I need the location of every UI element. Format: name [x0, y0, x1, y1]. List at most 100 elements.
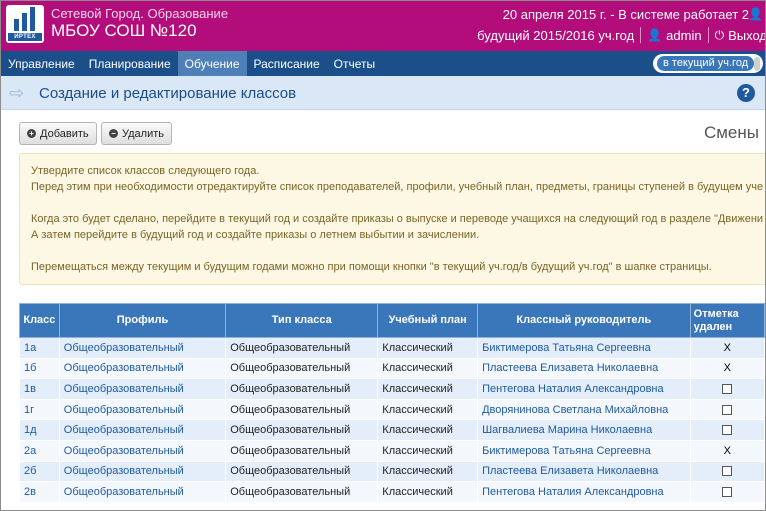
main-menu: Управление Планирование Обучение Расписа…	[1, 51, 765, 76]
power-icon: ⏻	[714, 27, 725, 42]
delete-mark-cell	[689, 398, 765, 421]
header-user-bar: будущий 2015/2016 уч.год 👤 admin ⏻ Выход	[477, 25, 765, 45]
table-row: 1а Общеобразовательный Общеобразовательный…	[19, 337, 765, 359]
teacher-link[interactable]: Пентегова Наталия Александровна	[477, 481, 691, 503]
info-line: Перед этим при необходимости отредактиру…	[31, 181, 764, 193]
logout-link[interactable]: Выход	[728, 28, 765, 43]
table-row: 1г Общеобразовательный Общеобразовательный…	[19, 398, 765, 421]
menu-item-planning[interactable]: Планирование	[82, 51, 178, 76]
divider	[640, 27, 642, 43]
teacher-link[interactable]: Биктимерова Татьяна Сергеевна	[477, 337, 691, 359]
info-line: Когда это будет сделано, перейдите в тек…	[31, 213, 764, 225]
class-link[interactable]: 2в	[19, 481, 60, 503]
teacher-link[interactable]: Пластеева Елизавета Николаевна	[477, 460, 691, 483]
minus-icon: −	[109, 129, 118, 138]
info-line: Утвердите список классов следующего года…	[31, 165, 260, 177]
delete-mark-cell: X	[689, 337, 765, 359]
teacher-link[interactable]: Пластеева Елизавета Николаевна	[477, 357, 691, 380]
users-online-icon[interactable]: 👤	[748, 7, 763, 21]
teacher-link[interactable]: Пентегова Наталия Александровна	[477, 378, 691, 400]
date-status[interactable]: 20 апреля 2015 г. - В системе работает 2	[503, 7, 749, 22]
curriculum-cell: Классический	[377, 337, 479, 359]
class-type-cell: Общеобразовательный	[225, 357, 379, 380]
curriculum-cell: Классический	[377, 460, 479, 483]
class-link[interactable]: 1б	[19, 357, 60, 380]
irtech-logo[interactable]: ИРТЕХ	[6, 5, 44, 43]
user-icon: 👤	[647, 28, 663, 42]
user-link[interactable]: admin	[666, 28, 701, 43]
delete-mark-cell	[689, 460, 765, 483]
table-row: 2а Общеобразовательный Общеобразовательный…	[19, 439, 765, 462]
curriculum-cell: Классический	[377, 378, 479, 400]
classes-table: Класс Профиль Тип класса Учебный план Кл…	[19, 303, 765, 503]
class-link[interactable]: 1г	[19, 398, 60, 421]
table-row: 2б Общеобразовательный Общеобразовательный…	[19, 460, 765, 483]
col-header-delete-mark: Отметка удален	[689, 303, 765, 338]
delete-mark-cell: X	[689, 357, 765, 380]
table-row: 2в Общеобразовательный Общеобразовательный…	[19, 481, 765, 503]
school-name: МБОУ СОШ №120	[51, 21, 197, 40]
toggle-knob	[754, 56, 760, 71]
col-header-plan[interactable]: Учебный план	[377, 303, 479, 338]
delete-checkbox[interactable]	[722, 384, 733, 395]
profile-link[interactable]: Общеобразовательный	[58, 460, 227, 483]
teacher-link[interactable]: Дворянинова Светлана Михайловна	[477, 398, 691, 421]
teacher-link[interactable]: Биктимерова Татьяна Сергеевна	[477, 439, 691, 462]
back-arrow-icon[interactable]: ⇨	[9, 84, 29, 102]
col-header-profile[interactable]: Профиль	[58, 303, 227, 338]
class-link[interactable]: 1в	[19, 378, 60, 400]
profile-link[interactable]: Общеобразовательный	[58, 337, 227, 359]
add-button[interactable]: + Добавить	[19, 122, 97, 145]
school-year-label: будущий 2015/2016 уч.год	[477, 27, 635, 43]
curriculum-cell: Классический	[377, 419, 479, 441]
page-title-bar: ⇨ Создание и редактирование классов ?	[1, 76, 765, 110]
table-row: 1в Общеобразовательный Общеобразовательный…	[19, 378, 765, 400]
teacher-link[interactable]: Шагвалиева Марина Николаевна	[477, 419, 691, 441]
profile-link[interactable]: Общеобразовательный	[58, 378, 227, 400]
page-title: Создание и редактирование классов	[39, 85, 297, 102]
curriculum-cell: Классический	[377, 357, 479, 380]
delete-checkbox[interactable]	[722, 487, 733, 498]
shifts-link[interactable]: Смены	[704, 123, 759, 143]
app-window: ИРТЕХ Сетевой Город. Образование МБОУ СО…	[0, 0, 766, 511]
profile-link[interactable]: Общеобразовательный	[58, 357, 227, 380]
add-button-label: Добавить	[40, 127, 89, 140]
menu-item-reports[interactable]: Отчеты	[327, 51, 382, 76]
class-link[interactable]: 1д	[19, 419, 60, 441]
delete-mark-cell	[689, 419, 765, 441]
year-toggle[interactable]: в текущий уч.год	[653, 54, 763, 73]
delete-checkbox[interactable]	[722, 466, 733, 477]
table-row: 1б Общеобразовательный Общеобразовательный…	[19, 357, 765, 380]
class-type-cell: Общеобразовательный	[225, 460, 379, 483]
profile-link[interactable]: Общеобразовательный	[58, 419, 227, 441]
class-type-cell: Общеобразовательный	[225, 419, 379, 441]
menu-item-schedule[interactable]: Расписание	[247, 51, 327, 76]
delete-button[interactable]: − Удалить	[101, 122, 172, 145]
col-header-type[interactable]: Тип класса	[225, 303, 379, 338]
curriculum-cell: Классический	[377, 481, 479, 503]
year-toggle-label: в текущий уч.год	[657, 56, 755, 71]
help-icon[interactable]: ?	[737, 84, 755, 102]
info-line: Перемещаться между текущим и будущим год…	[31, 261, 712, 273]
delete-checkbox[interactable]	[722, 425, 733, 436]
class-link[interactable]: 2а	[19, 439, 60, 462]
delete-mark-cell: X	[689, 439, 765, 462]
profile-link[interactable]: Общеобразовательный	[58, 481, 227, 503]
col-header-teacher[interactable]: Классный руководитель	[477, 303, 691, 338]
delete-mark-cell	[689, 378, 765, 400]
menu-item-management[interactable]: Управление	[1, 51, 82, 76]
class-type-cell: Общеобразовательный	[225, 398, 379, 421]
profile-link[interactable]: Общеобразовательный	[58, 398, 227, 421]
col-header-class[interactable]: Класс	[19, 303, 60, 338]
delete-checkbox[interactable]	[722, 404, 733, 415]
table-header-row: Класс Профиль Тип класса Учебный план Кл…	[19, 303, 765, 338]
menu-item-education[interactable]: Обучение	[177, 51, 247, 76]
curriculum-cell: Классический	[377, 398, 479, 421]
logo-text: ИРТЕХ	[8, 33, 42, 41]
profile-link[interactable]: Общеобразовательный	[58, 439, 227, 462]
info-line: А затем перейдите в будущий год и создай…	[31, 229, 480, 241]
info-message: Утвердите список классов следующего года…	[19, 153, 765, 285]
class-link[interactable]: 1а	[19, 337, 60, 359]
delete-button-label: Удалить	[122, 127, 164, 140]
class-link[interactable]: 2б	[19, 460, 60, 483]
